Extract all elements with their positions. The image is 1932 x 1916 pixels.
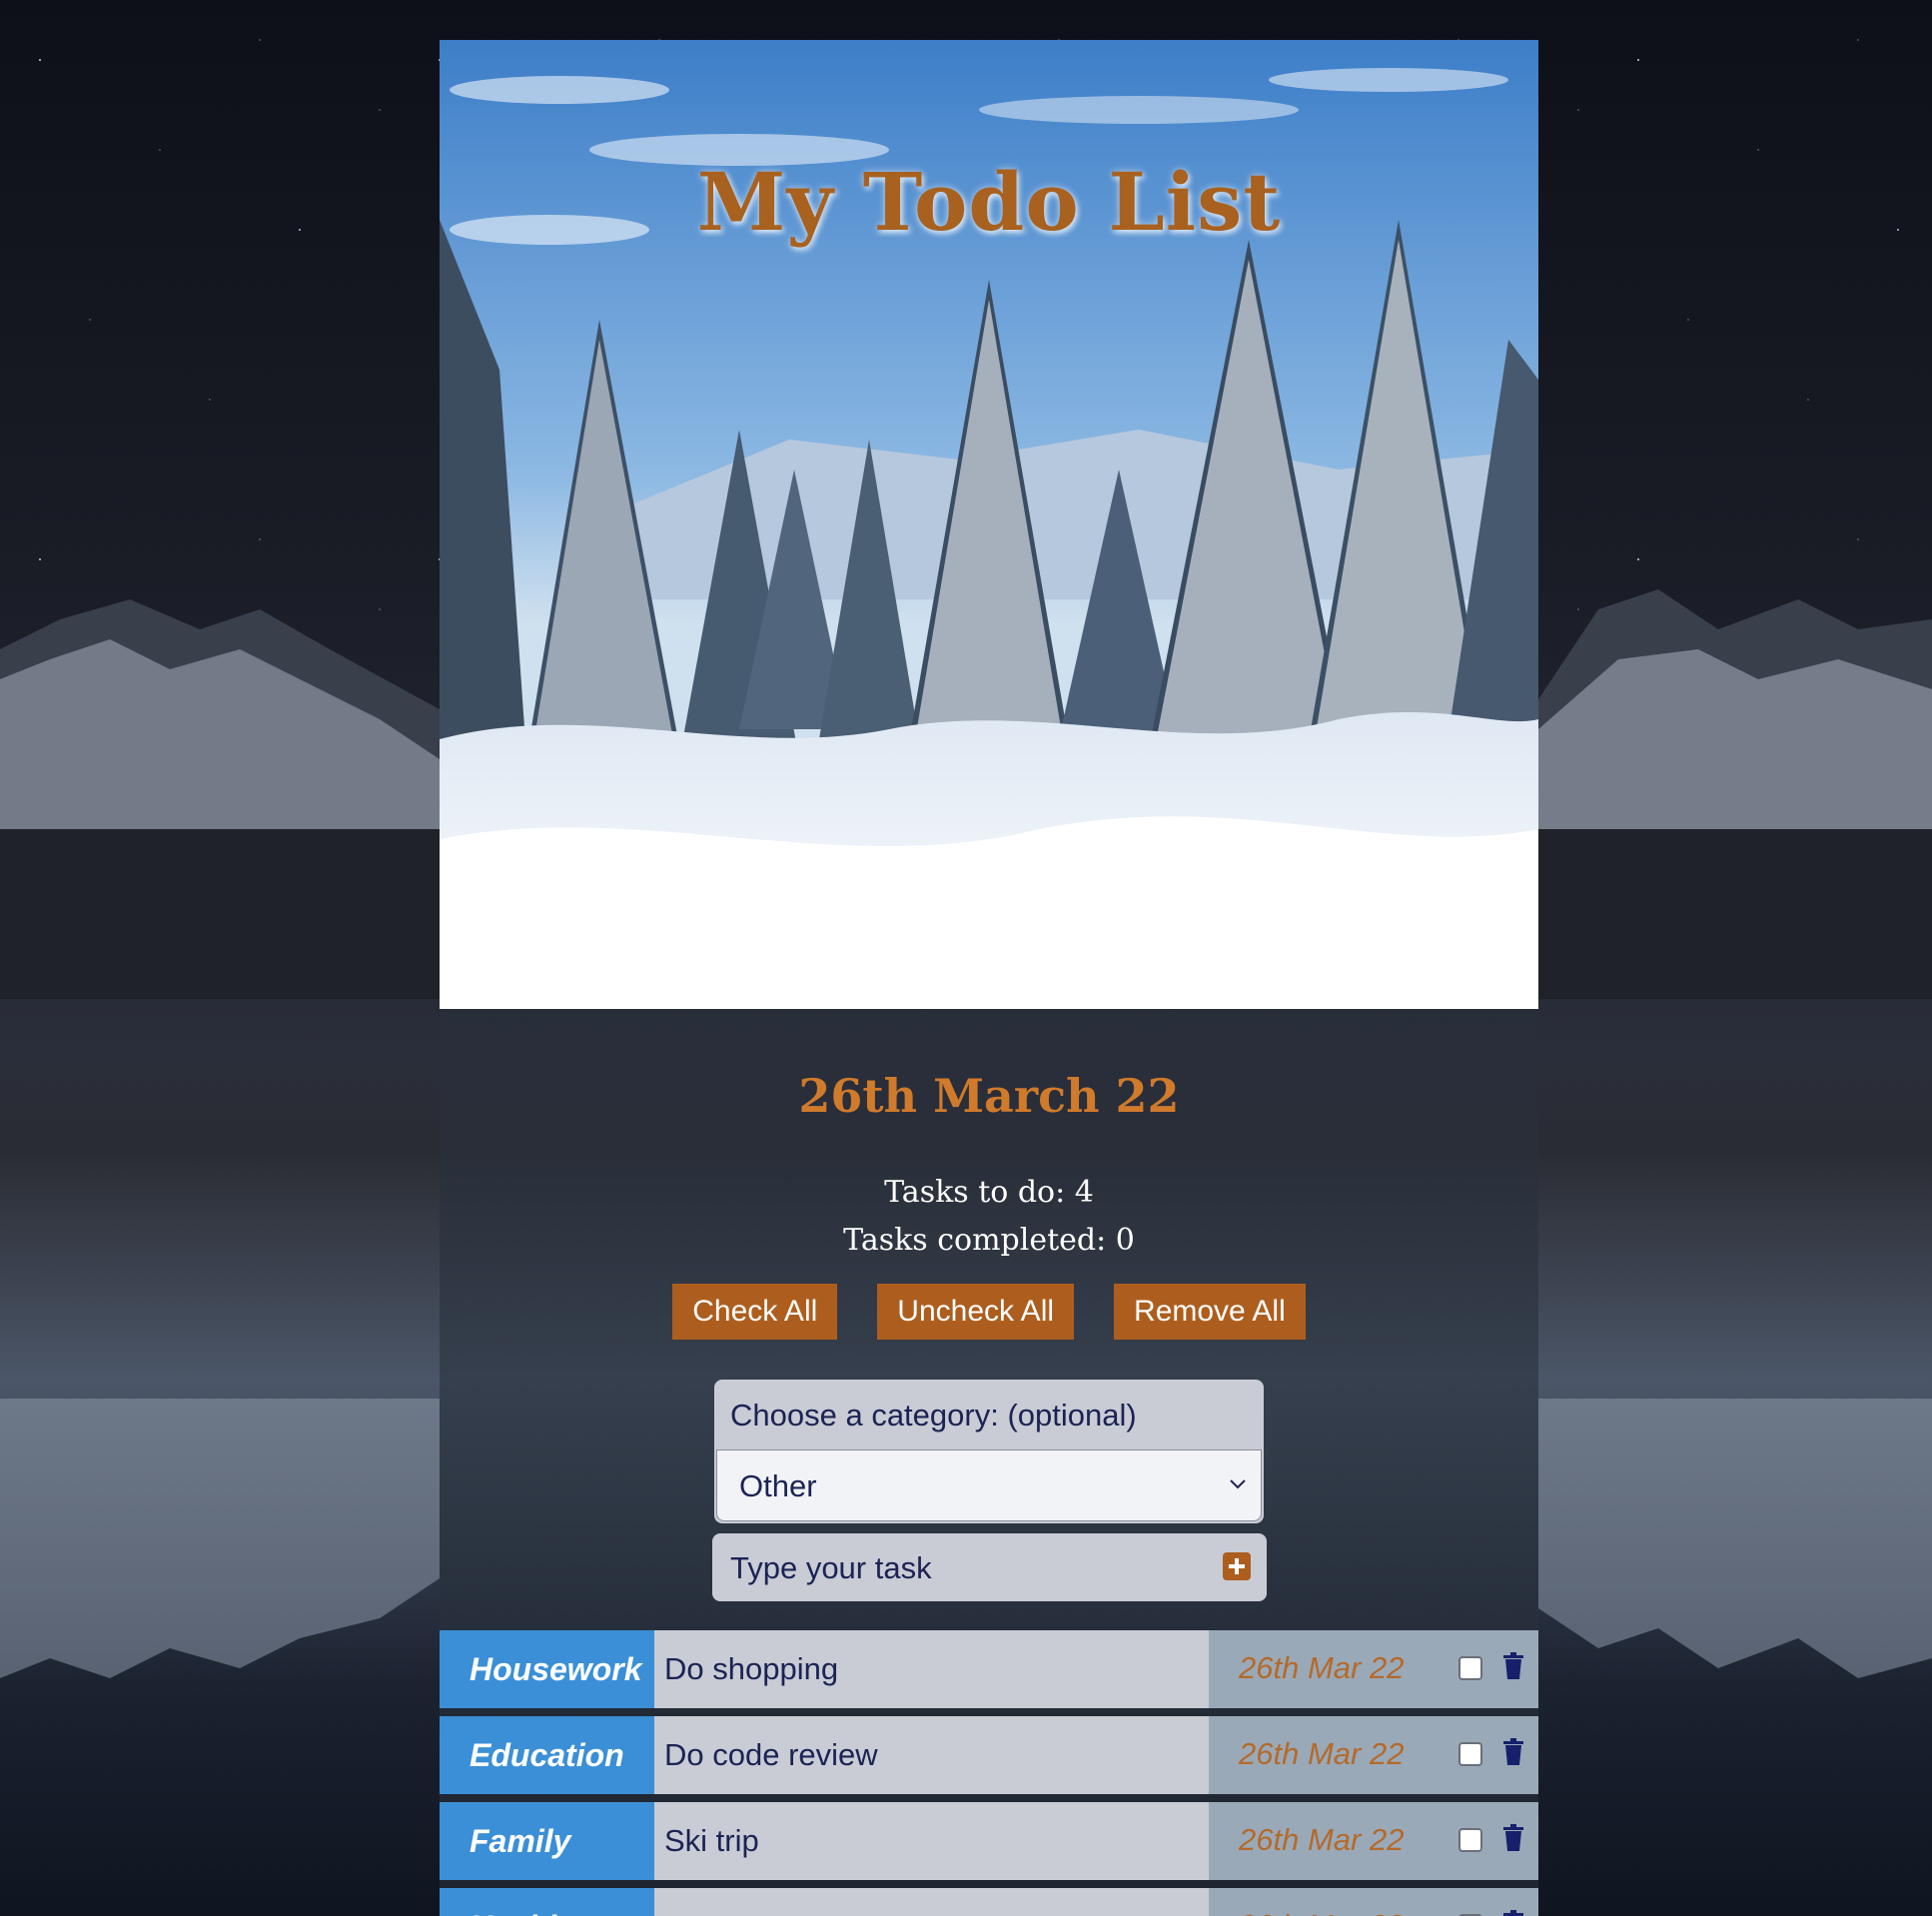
chevron-down-icon [1230,1479,1246,1489]
todo-date: 26th Mar 22 [1239,1908,1404,1916]
current-date-heading: 26th March 22 [798,1069,1180,1123]
hero-banner: My Todo List [440,40,1538,1009]
task-input[interactable] [728,1545,1212,1591]
todo-checkbox[interactable] [1458,1656,1482,1680]
list-item: Housework Do shopping 26th Mar 22 [440,1630,1538,1708]
new-task-form [712,1533,1267,1601]
check-all-button[interactable]: Check All [672,1284,838,1340]
category-selected-value: Other [739,1468,817,1503]
todo-meta: 26th Mar 22 [1209,1888,1538,1916]
uncheck-all-button[interactable]: Uncheck All [877,1284,1075,1340]
category-picker: Choose a category: (optional) Other [714,1380,1264,1523]
todo-app-card: My Todo List 26th March 22 Tasks to do: … [440,40,1538,1916]
todo-checkbox[interactable] [1458,1742,1482,1766]
plus-square-icon[interactable] [1223,1552,1251,1580]
trash-icon[interactable] [1502,1910,1524,1916]
todo-meta: 26th Mar 22 [1209,1802,1538,1880]
list-item: Health Yoga 26th Mar 22 [440,1888,1538,1916]
todo-date: 26th Mar 22 [1239,1822,1405,1857]
trash-icon[interactable] [1502,1652,1524,1680]
todo-date: 26th Mar 22 [1239,1650,1405,1685]
bulk-action-buttons: Check All Uncheck All Remove All [440,1284,1538,1340]
todo-text[interactable]: Do shopping [654,1630,1209,1708]
todo-checkbox[interactable] [1458,1828,1482,1852]
todo-category: Family [440,1802,654,1880]
task-stats: Tasks to do: 4 Tasks completed: 0 [440,1169,1538,1265]
trash-icon[interactable] [1502,1824,1524,1852]
todo-list: Housework Do shopping 26th Mar 22 Educat… [440,1630,1538,1916]
list-item: Family Ski trip 26th Mar 22 [440,1802,1538,1880]
list-item: Education Do code review 26th Mar 22 [440,1716,1538,1794]
todo-date: 26th Mar 22 [1239,1736,1405,1771]
todo-text[interactable]: Ski trip [654,1802,1209,1880]
todo-meta: 26th Mar 22 [1209,1630,1538,1708]
tasks-completed-count: Tasks completed: 0 [843,1223,1135,1258]
tasks-to-do-count: Tasks to do: 4 [884,1175,1094,1210]
category-select[interactable]: Other [716,1449,1262,1521]
todo-category: Education [440,1716,654,1794]
app-title: My Todo List [696,155,1282,249]
remove-all-button[interactable]: Remove All [1114,1284,1306,1340]
todo-category: Housework [440,1630,654,1708]
todo-text[interactable]: Do code review [654,1716,1209,1794]
category-label: Choose a category: (optional) [730,1398,1137,1433]
todo-text[interactable]: Yoga [654,1888,1209,1916]
todo-category: Health [440,1888,654,1916]
todo-meta: 26th Mar 22 [1209,1716,1538,1794]
trash-icon[interactable] [1502,1738,1524,1766]
